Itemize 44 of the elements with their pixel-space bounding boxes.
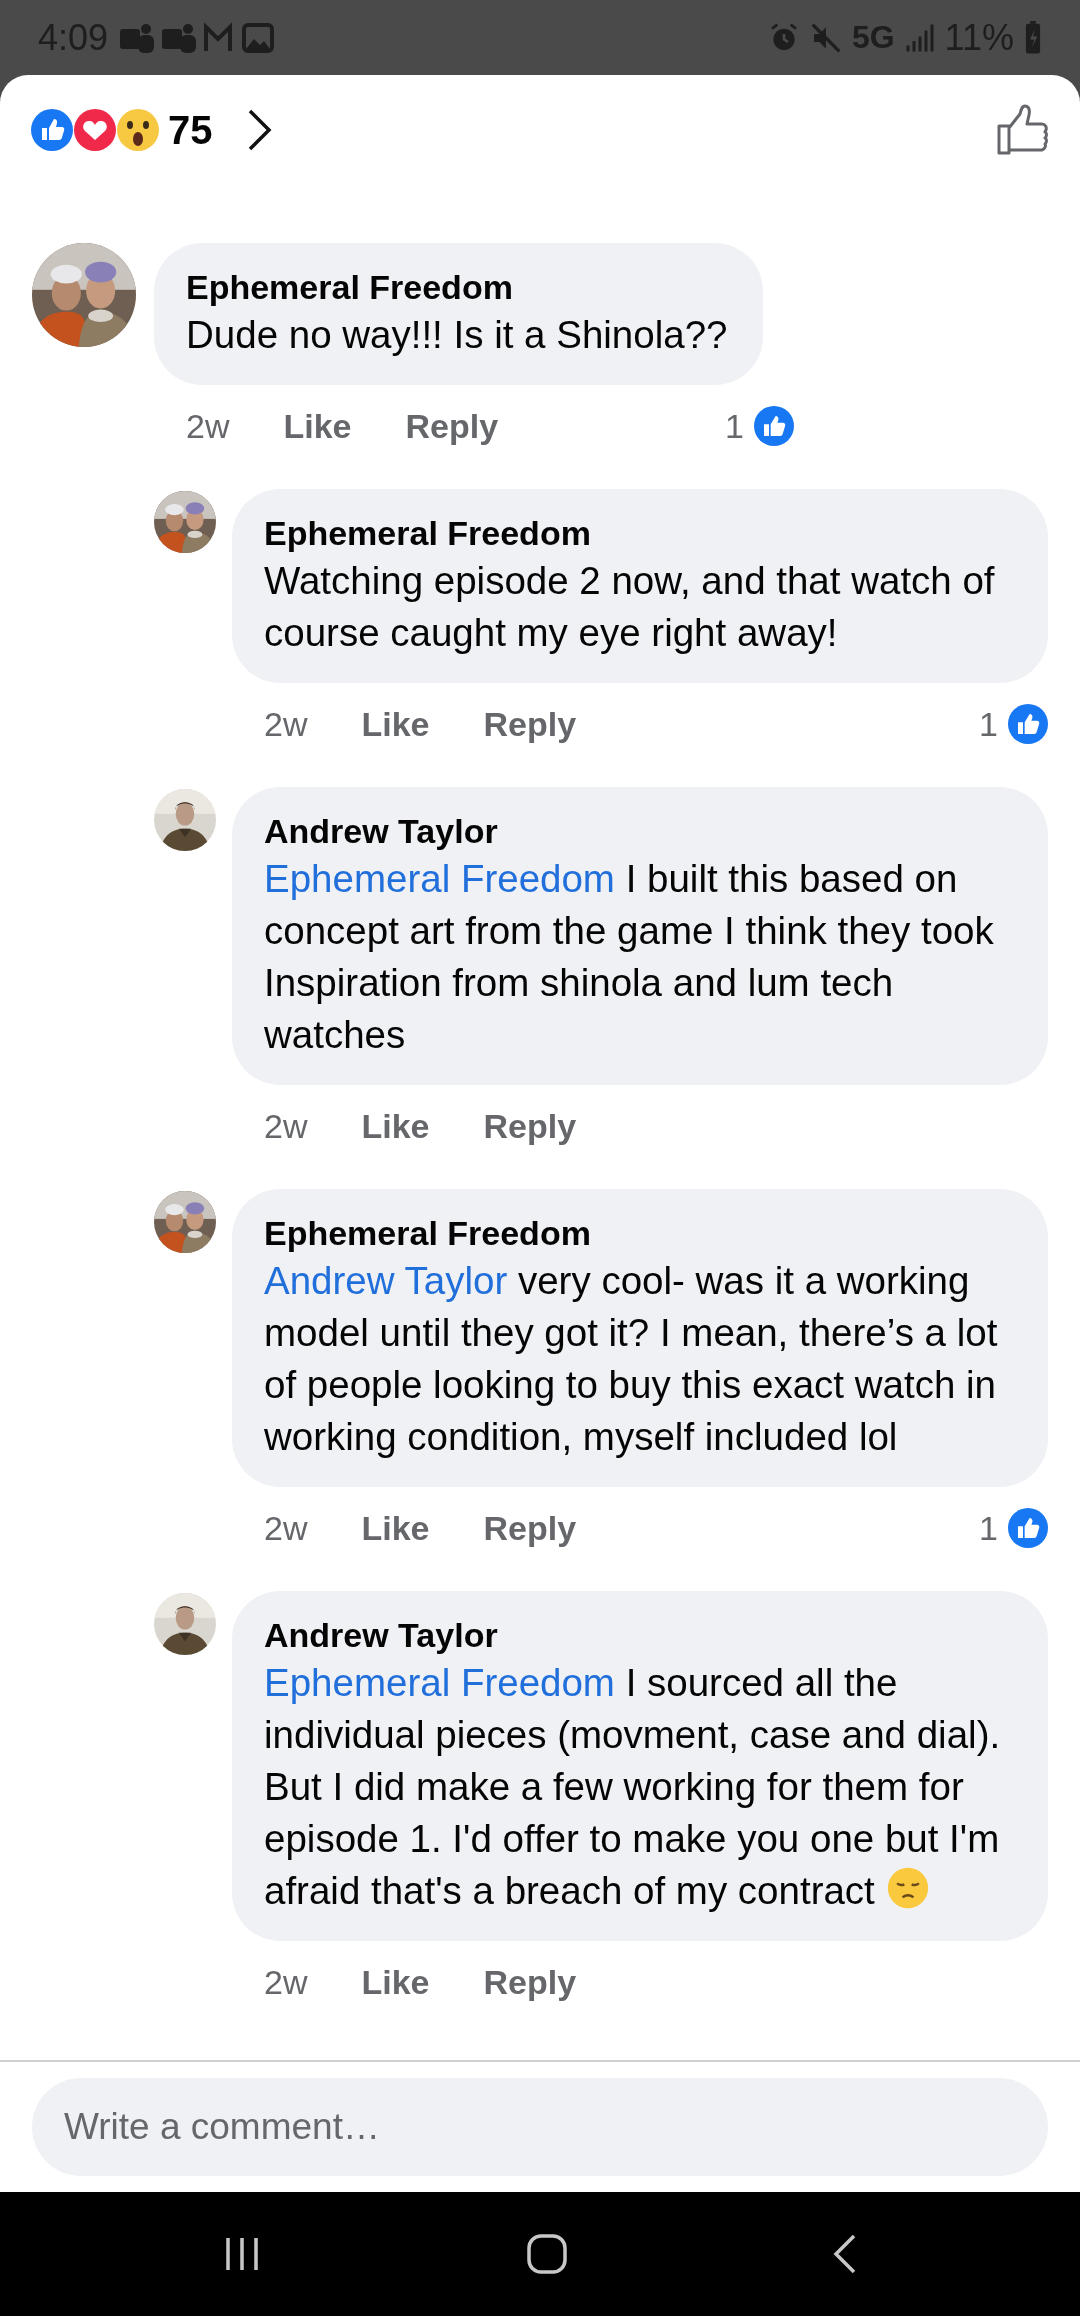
sad-face-icon [885,1866,930,1910]
comment-time: 2w [264,1962,308,2002]
like-link[interactable]: Like [361,1962,430,2002]
mention-link[interactable]: Andrew Taylor [264,1259,508,1302]
like-link[interactable]: Like [361,1508,430,1548]
reaction-count[interactable]: 75 [168,107,213,153]
mention-link[interactable]: Ephemeral Freedom [264,1661,615,1704]
comment-text: Ephemeral Freedom I built this based on concept art from the game I think they took Inspiration from shinola and lum tech watches [264,856,995,1058]
author-name[interactable]: Ephemeral Freedom [264,1211,1012,1255]
signal-icon [904,22,935,53]
like-count: 1 [725,406,744,446]
comment-time: 2w [264,1508,308,1548]
mute-icon [809,21,842,54]
comment-text: Andrew Taylor very cool- was it a working model until they got it? I mean, there’s a lot of people looking to buy this exact watch in working condition, myself included lol [264,1258,999,1460]
like-link[interactable]: Like [361,704,430,744]
back-icon[interactable] [832,2233,858,2275]
reply-link[interactable]: Reply [483,704,577,744]
like-reaction-icon [1008,1508,1048,1548]
like-count: 1 [979,1508,998,1548]
like-reaction-icon [754,406,794,446]
thumbs-up-icon[interactable] [996,104,1050,156]
comment-text: Ephemeral Freedom I sourced all the individual pieces (movment, case and dial). But I did make a few working for them for episode 1. I'd offer to make you one but I'm afraid that's a breach of my contract [264,1660,1002,1914]
like-reaction-icon [1008,704,1048,744]
author-name[interactable]: Ephemeral Freedom [186,265,728,309]
like-count: 1 [979,704,998,744]
comment-text: Dude no way!!! Is it a Shinola?? [186,312,728,358]
comment-time: 2w [264,1106,308,1146]
reply-link[interactable]: Reply [405,406,499,446]
chevron-right-icon[interactable] [246,108,273,152]
like-link[interactable]: Like [361,1106,430,1146]
author-name[interactable]: Ephemeral Freedom [264,511,1012,555]
author-name[interactable]: Andrew Taylor [264,1613,1012,1657]
reply-link[interactable]: Reply [483,1508,577,1548]
comment-text: Watching episode 2 now, and that watch of course caught my eye right away! [264,558,996,656]
battery-icon [1024,20,1042,55]
comment-time: 2w [264,704,308,744]
reply-link[interactable]: Reply [483,1106,577,1146]
mention-link[interactable]: Ephemeral Freedom [264,857,615,900]
like-link[interactable]: Like [283,406,352,446]
reply-link[interactable]: Reply [483,1962,577,2002]
home-icon[interactable] [526,2233,568,2275]
author-name[interactable]: Andrew Taylor [264,809,1012,853]
comment-time: 2w [186,406,230,446]
comment-input[interactable]: Write a comment… [32,2078,1048,2176]
